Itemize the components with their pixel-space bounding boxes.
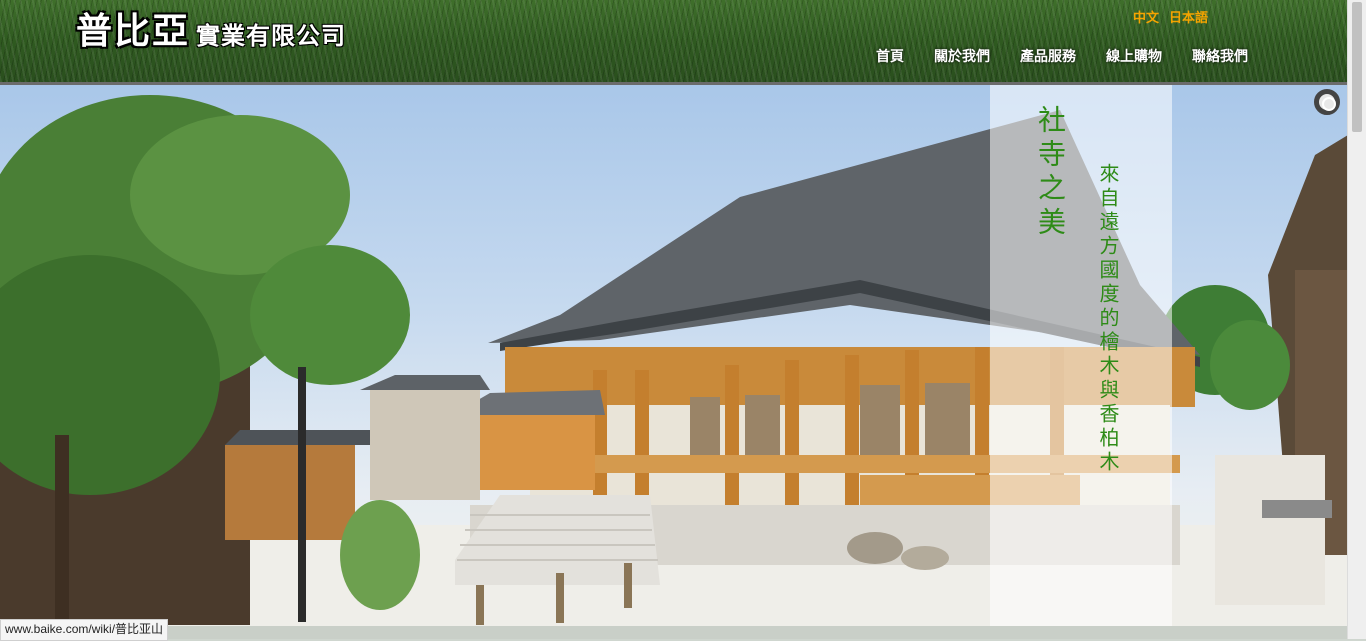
lang-chinese-link[interactable]: 中文 [1133, 7, 1159, 26]
language-switcher: 中文 日本語 [1133, 7, 1208, 26]
logo-name-small: 實業有限公司 [196, 22, 347, 50]
banner-title: 社寺之美 [1034, 105, 1067, 241]
status-url: www.baike.com/wiki/普比亚山 [0, 619, 169, 641]
nav-about[interactable]: 關於我們 [934, 46, 990, 66]
site-logo[interactable]: 普比亞 實業有限公司 [76, 12, 346, 52]
hero-banner: 社寺之美 來自遠方國度的檜木與香柏木 [0, 85, 1348, 626]
logo-name-big: 普比亞 [76, 11, 191, 52]
bottom-strip [0, 626, 1348, 639]
loading-ring-icon [1314, 89, 1340, 115]
lang-japanese-link[interactable]: 日本語 [1169, 7, 1208, 26]
page-scrollbar[interactable] [1347, 0, 1366, 639]
site-header: 普比亞 實業有限公司 中文 日本語 首頁 關於我們 產品服務 線上購物 聯絡我們 [0, 0, 1348, 85]
scrollbar-thumb[interactable] [1352, 2, 1362, 132]
nav-shop[interactable]: 線上購物 [1106, 46, 1162, 66]
nav-products[interactable]: 產品服務 [1020, 46, 1076, 66]
banner-text-panel [990, 85, 1172, 626]
banner-subtitle: 來自遠方國度的檜木與香柏木 [1096, 163, 1120, 475]
nav-contact[interactable]: 聯絡我們 [1192, 46, 1248, 66]
main-nav: 首頁 關於我們 產品服務 線上購物 聯絡我們 [876, 46, 1248, 66]
nav-home[interactable]: 首頁 [876, 46, 904, 66]
